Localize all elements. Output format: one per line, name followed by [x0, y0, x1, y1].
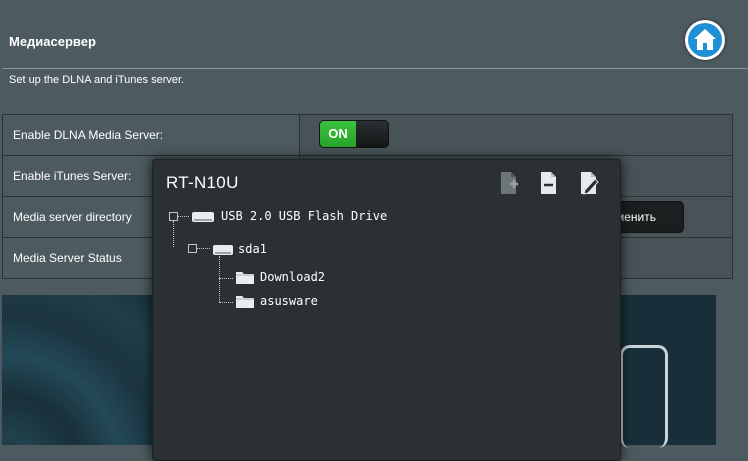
folder-label: asusware	[260, 294, 318, 308]
tree-node-partition[interactable]: sda1	[212, 240, 332, 258]
folder-icon	[236, 296, 254, 308]
tree-node-drive[interactable]: USB 2.0 USB Flash Drive	[191, 207, 451, 225]
folder-label: Download2	[260, 270, 326, 284]
tree-connector	[219, 302, 233, 303]
usb-drive-icon	[213, 245, 233, 255]
page-title: Медиасервер	[9, 34, 96, 49]
page-subtitle: Set up the DLNA and iTunes server.	[9, 74, 185, 86]
drive-label: USB 2.0 USB Flash Drive	[221, 209, 388, 223]
partition-label: sda1	[238, 242, 267, 256]
tree-connector	[196, 248, 210, 249]
folder-icon	[236, 272, 254, 284]
toggle-knob	[356, 120, 388, 147]
dlna-value-cell: ON	[299, 114, 733, 156]
home-icon	[688, 23, 722, 57]
tree-connector	[173, 221, 174, 247]
tree-connector	[219, 278, 233, 279]
usb-drive-icon	[192, 212, 214, 222]
dlna-label: Enable DLNA Media Server:	[2, 114, 300, 156]
tree-connector	[219, 256, 220, 302]
toggle-on-label: ON	[320, 120, 356, 147]
tree-node-folder[interactable]: asusware	[235, 292, 395, 310]
dialog-title: RT-N10U	[166, 173, 239, 192]
nas-device-icon	[620, 345, 668, 448]
delete-icon[interactable]	[538, 170, 560, 196]
add-folder-icon[interactable]	[498, 170, 520, 196]
tree-connector	[177, 216, 189, 217]
settings-row-dlna: Enable DLNA Media Server: ON	[2, 114, 733, 156]
dlna-toggle[interactable]: ON	[319, 119, 389, 148]
tree-node-folder[interactable]: Download2	[235, 268, 395, 286]
folder-browser-dialog: RT-N10U USB 2.0 USB Flash Drive sda1 Dow…	[152, 159, 621, 461]
header-divider	[2, 68, 748, 69]
home-button[interactable]	[685, 20, 725, 60]
rename-icon[interactable]	[578, 170, 600, 196]
